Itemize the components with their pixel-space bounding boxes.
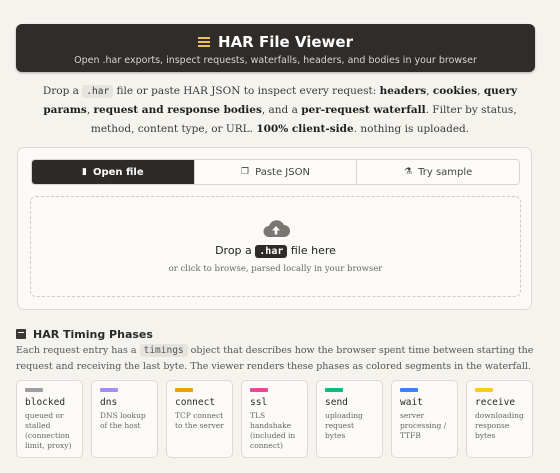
- har-code: .har: [82, 85, 114, 98]
- phase-card-blocked: blocked queued or stalled (connection li…: [16, 380, 83, 458]
- intro-keyword: headers: [379, 85, 427, 97]
- menu-icon: [198, 36, 211, 48]
- timings-code: timings: [139, 344, 188, 357]
- phase-desc: TCP connect to the server: [175, 411, 224, 430]
- phase-color-swatch: [250, 388, 268, 392]
- dropzone-title: Drop a .har file here: [31, 244, 520, 258]
- phase-name: receive: [475, 397, 516, 408]
- phase-color-swatch: [325, 388, 343, 392]
- intro-keyword: 100% client-side: [256, 123, 354, 135]
- tab-try-sample[interactable]: ⚗ Try sample: [356, 160, 519, 184]
- tab-label: Try sample: [418, 166, 473, 178]
- phase-color-swatch: [175, 388, 193, 392]
- file-dropzone[interactable]: Drop a .har file here or click to browse…: [30, 196, 521, 297]
- timing-section-title: HAR Timing Phases: [16, 327, 153, 341]
- phase-card-wait: wait server processing / TTFB: [391, 380, 458, 458]
- timing-description: Each request entry has a timings object …: [16, 343, 538, 375]
- input-mode-tabs: ▮ Open file ❐ Paste JSON ⚗ Try sample: [31, 159, 520, 185]
- file-icon: ▮: [82, 167, 87, 177]
- clipboard-icon: ❐: [241, 167, 250, 177]
- phase-name: wait: [400, 397, 423, 408]
- phase-desc: server processing / TTFB: [400, 411, 447, 440]
- phase-card-dns: dns DNS lookup of the host: [91, 380, 158, 458]
- tab-paste-json[interactable]: ❐ Paste JSON: [193, 160, 357, 184]
- phase-color-swatch: [475, 388, 493, 392]
- app-title: HAR File Viewer: [218, 33, 353, 51]
- header-title-row: HAR File Viewer: [16, 32, 535, 52]
- dropzone-title-text: file here: [287, 244, 336, 257]
- intro-keyword: per-request waterfall: [301, 104, 426, 116]
- intro-text-part: ,: [86, 104, 94, 116]
- phase-name: send: [325, 397, 348, 408]
- app-subtitle: Open .har exports, inspect requests, wat…: [74, 55, 477, 66]
- intro-text: Drop a .har file or paste HAR JSON to in…: [24, 82, 536, 139]
- phase-name: connect: [175, 397, 216, 408]
- phase-color-swatch: [25, 388, 43, 392]
- phase-color-swatch: [100, 388, 118, 392]
- intro-text-part: ,: [426, 85, 433, 97]
- phase-desc: DNS lookup of the host: [100, 411, 146, 430]
- intro-text-part: . nothing is uploaded.: [353, 123, 470, 135]
- dropzone-subtitle: or click to browse, parsed locally in yo…: [168, 264, 383, 274]
- har-badge: .har: [255, 245, 288, 258]
- phase-card-receive: receive downloading response bytes: [466, 380, 533, 458]
- intro-keyword: request and response bodies: [93, 104, 262, 116]
- tab-open-file[interactable]: ▮ Open file: [32, 160, 194, 184]
- phase-desc: uploading request bytes: [325, 411, 363, 440]
- phase-card-ssl: ssl TLS handshake (included in connect): [241, 380, 308, 458]
- phase-name: blocked: [25, 397, 66, 408]
- phase-card-connect: connect TCP connect to the server: [166, 380, 233, 458]
- intro-text-part: Drop a: [42, 85, 83, 97]
- phase-desc: TLS handshake (included in connect): [250, 411, 296, 450]
- timing-desc-text: Each request entry has a: [16, 345, 140, 356]
- input-card: ▮ Open file ❐ Paste JSON ⚗ Try sample Dr…: [17, 147, 532, 310]
- app-header: HAR File Viewer Open .har exports, inspe…: [16, 24, 535, 72]
- phase-name: dns: [100, 397, 118, 408]
- phase-desc: queued or stalled (connection limit, pro…: [25, 411, 72, 450]
- phase-color-swatch: [400, 388, 418, 392]
- flask-icon: ⚗: [404, 167, 413, 177]
- intro-keyword: cookies: [432, 85, 478, 97]
- phase-name: ssl: [250, 397, 268, 408]
- tab-label: Paste JSON: [255, 166, 310, 178]
- cloud-upload-icon: [263, 220, 290, 237]
- phase-desc: downloading response bytes: [475, 411, 524, 440]
- phase-card-send: send uploading request bytes: [316, 380, 383, 458]
- tab-label: Open file: [92, 166, 144, 178]
- intro-text-part: , and a: [261, 104, 302, 116]
- timing-phase-list: blocked queued or stalled (connection li…: [16, 380, 540, 458]
- book-icon: [16, 329, 26, 339]
- intro-text-part: file or paste HAR JSON to inspect every …: [113, 85, 380, 97]
- intro-text-part: ,: [477, 85, 484, 97]
- dropzone-title-text: Drop a: [215, 244, 256, 257]
- timing-title: HAR Timing Phases: [33, 327, 153, 341]
